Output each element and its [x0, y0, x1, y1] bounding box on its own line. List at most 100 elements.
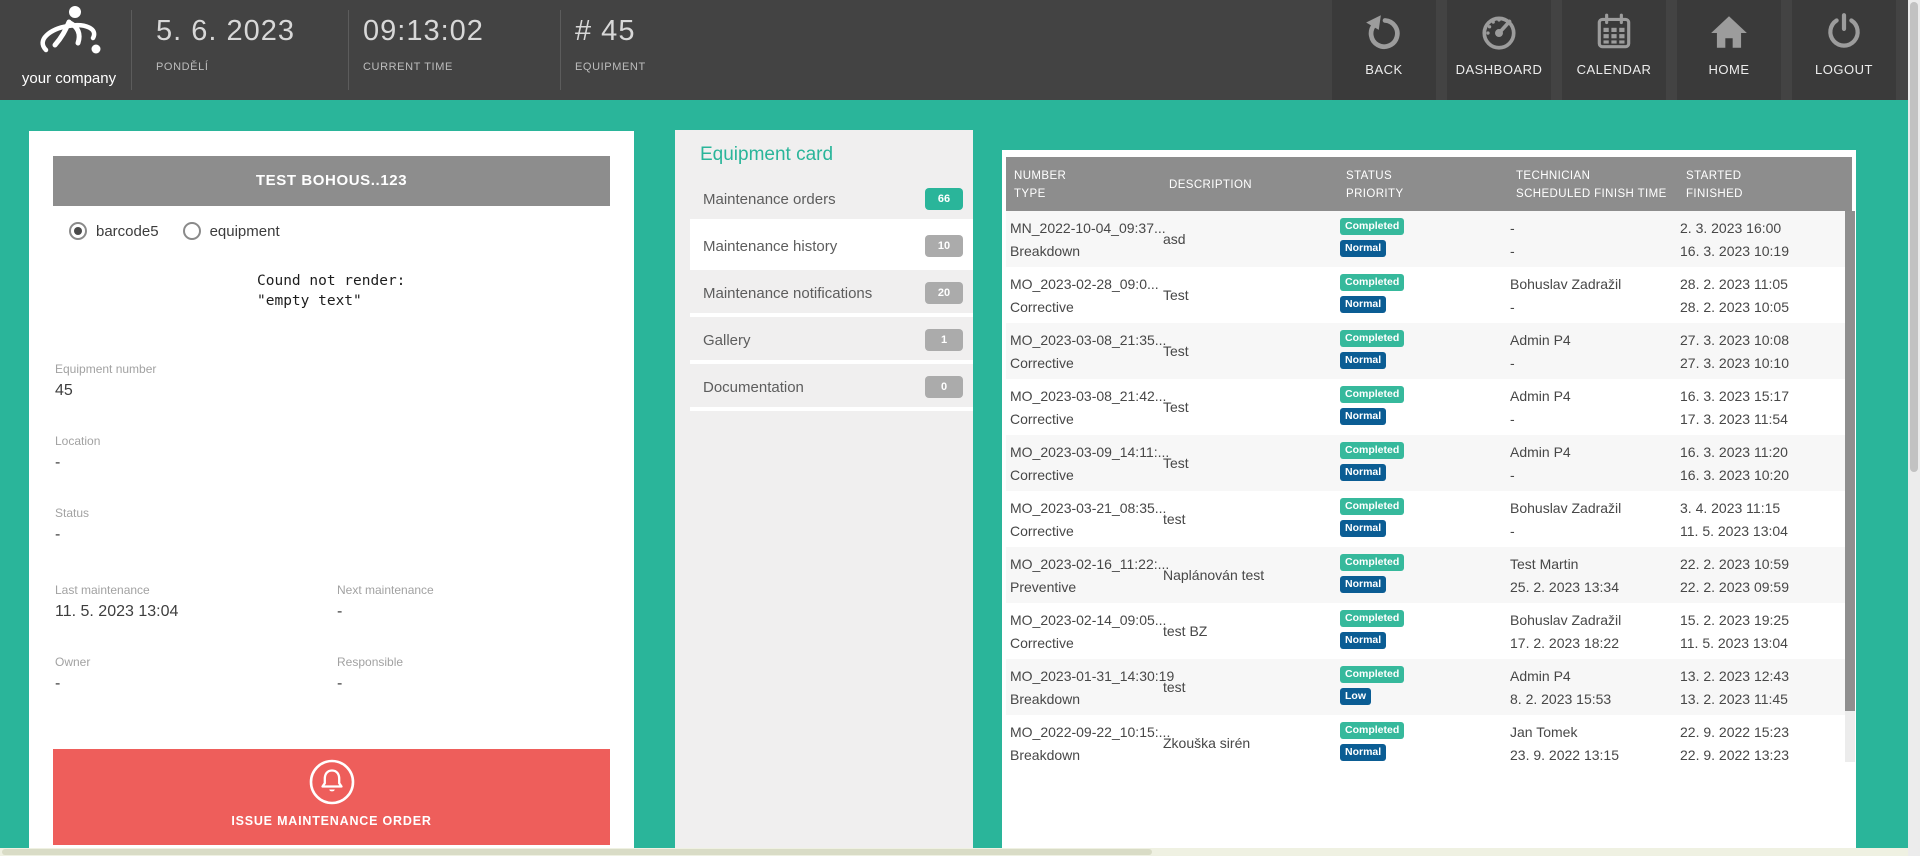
order-number: MO_2023-03-21_08:35... — [1010, 500, 1166, 516]
back-button[interactable]: BACK — [1332, 0, 1436, 100]
field-label: Next maintenance — [337, 583, 434, 597]
priority-badge: Normal — [1340, 296, 1386, 313]
table-row[interactable]: MO_2023-03-08_21:42... Corrective Test C… — [1006, 379, 1847, 435]
started-time: 15. 2. 2023 19:25 — [1680, 612, 1789, 628]
table-row[interactable]: MO_2023-03-09_14:11:... Corrective Test … — [1006, 435, 1847, 491]
equipment-number-header: # 45 — [575, 15, 646, 48]
table-row[interactable]: MO_2023-01-31_14:30:19 Breakdown test Co… — [1006, 659, 1847, 715]
table-scrollbar-thumb[interactable] — [1845, 211, 1855, 711]
table-row[interactable]: MO_2023-02-28_09:0... Corrective Test Co… — [1006, 267, 1847, 323]
order-number: MO_2023-03-08_21:35... — [1010, 332, 1166, 348]
header-divider — [131, 10, 132, 90]
menu-item-count-badge: 10 — [925, 235, 963, 257]
home-icon — [1708, 40, 1750, 57]
status-badge: Completed — [1340, 666, 1404, 683]
table-row[interactable]: MO_2023-03-21_08:35... Corrective test C… — [1006, 491, 1847, 547]
cell-description: Test — [1163, 379, 1339, 435]
cell-status-priority: Completed Normal — [1340, 379, 1508, 435]
menu-item-count-badge: 66 — [925, 188, 963, 210]
home-button[interactable]: HOME — [1677, 0, 1781, 100]
order-type: Corrective — [1010, 523, 1074, 539]
finished-time: 27. 3. 2023 10:10 — [1680, 355, 1789, 371]
cell-started-finished: 16. 3. 2023 15:17 17. 3. 2023 11:54 — [1680, 379, 1846, 435]
technician: Test Martin — [1510, 556, 1578, 572]
field-label: Responsible — [337, 655, 403, 669]
header-equipment-block: # 45 EQUIPMENT — [575, 0, 646, 73]
equipment-card-menu: Maintenance orders 66 Maintenance histor… — [690, 176, 973, 411]
calendar-button[interactable]: CALENDAR — [1562, 0, 1666, 100]
finished-time: 22. 9. 2022 13:23 — [1680, 747, 1789, 762]
menu-item-label: Maintenance orders — [703, 191, 836, 208]
page-horizontal-scrollbar[interactable] — [0, 848, 1908, 856]
status-badge: Completed — [1340, 554, 1404, 571]
logout-button-label: LOGOUT — [1792, 62, 1896, 77]
table-row[interactable]: MO_2023-03-08_21:35... Corrective Test C… — [1006, 323, 1847, 379]
order-description: Test — [1163, 455, 1189, 471]
barcode5-radio[interactable] — [69, 222, 87, 240]
menu-item[interactable]: Maintenance notifications 20 — [690, 270, 973, 317]
finished-time: 16. 3. 2023 10:19 — [1680, 243, 1789, 259]
order-number: MO_2023-02-28_09:0... — [1010, 276, 1159, 292]
status-badge: Completed — [1340, 610, 1404, 627]
cell-number-type: MN_2022-10-04_09:37... Breakdown — [1010, 211, 1162, 267]
order-description: Naplánován test — [1163, 567, 1264, 583]
logout-button[interactable]: LOGOUT — [1792, 0, 1896, 100]
current-time-label: CURRENT TIME — [363, 61, 484, 73]
field-label: Location — [55, 434, 100, 448]
equipment-card-panel: Equipment card Maintenance orders 66 Mai… — [675, 130, 973, 848]
priority-badge: Normal — [1340, 632, 1386, 649]
menu-item-label: Maintenance notifications — [703, 285, 872, 302]
calendar-button-label: CALENDAR — [1562, 62, 1666, 77]
order-type: Breakdown — [1010, 747, 1080, 762]
order-number: MO_2023-02-16_11:22:... — [1010, 556, 1169, 572]
table-row[interactable]: MO_2023-02-14_09:05... Corrective test B… — [1006, 603, 1847, 659]
cell-status-priority: Completed Normal — [1340, 547, 1508, 603]
finished-time: 11. 5. 2023 13:04 — [1680, 635, 1788, 651]
page-horizontal-scrollbar-thumb[interactable] — [2, 849, 1152, 855]
cell-number-type: MO_2023-03-08_21:42... Corrective — [1010, 379, 1162, 435]
menu-item-count-badge: 0 — [925, 376, 963, 398]
field-value: 11. 5. 2023 13:04 — [55, 603, 178, 621]
calendar-icon — [1593, 40, 1635, 57]
cell-status-priority: Completed Normal — [1340, 435, 1508, 491]
equipment-title-bar: TEST BOHOUS..123 — [53, 156, 610, 206]
cell-started-finished: 22. 2. 2023 10:59 22. 2. 2023 09:59 — [1680, 547, 1846, 603]
cell-started-finished: 22. 9. 2022 15:23 22. 9. 2022 13:23 — [1680, 715, 1846, 762]
cell-status-priority: Completed Low — [1340, 659, 1508, 715]
started-time: 22. 9. 2022 15:23 — [1680, 724, 1789, 740]
header-divider — [348, 10, 349, 90]
dashboard-button[interactable]: DASHBOARD — [1447, 0, 1551, 100]
page-vertical-scrollbar-thumb[interactable] — [1910, 2, 1918, 472]
order-description: Zkouška sirén — [1163, 735, 1250, 751]
cell-description: Test — [1163, 267, 1339, 323]
menu-item[interactable]: Maintenance orders 66 — [690, 176, 973, 223]
cell-description: test BZ — [1163, 603, 1339, 659]
table-row[interactable]: MO_2022-09-22_10:15:... Breakdown Zkoušk… — [1006, 715, 1847, 762]
cell-technician-scheduled: Bohuslav Zadražil 17. 2. 2023 18:22 — [1510, 603, 1680, 659]
equipment-radio[interactable] — [183, 222, 201, 240]
company-logo[interactable]: your company — [14, 4, 124, 98]
field-value: - — [55, 526, 89, 544]
table-scrollbar[interactable] — [1845, 211, 1855, 762]
menu-item[interactable]: Documentation 0 — [690, 364, 973, 411]
cell-technician-scheduled: Test Martin 25. 2. 2023 13:34 — [1510, 547, 1680, 603]
cell-description: asd — [1163, 211, 1339, 267]
logout-icon — [1823, 40, 1865, 57]
table-row[interactable]: MO_2023-02-16_11:22:... Preventive Naplá… — [1006, 547, 1847, 603]
status-badge: Completed — [1340, 722, 1404, 739]
scheduled-finish-time: - — [1510, 355, 1515, 371]
page-vertical-scrollbar[interactable] — [1908, 0, 1920, 856]
issue-maintenance-order-button[interactable]: ISSUE MAINTENANCE ORDER — [53, 749, 610, 845]
cell-status-priority: Completed Normal — [1340, 211, 1508, 267]
equipment-card-title: Equipment card — [700, 144, 833, 166]
table-row[interactable]: MN_2022-10-04_09:37... Breakdown asd Com… — [1006, 211, 1847, 267]
menu-item[interactable]: Maintenance history 10 — [690, 223, 973, 270]
field-value: 45 — [55, 382, 156, 400]
finished-time: 22. 2. 2023 09:59 — [1680, 579, 1789, 595]
status-badge: Completed — [1340, 330, 1404, 347]
equipment-label: EQUIPMENT — [575, 61, 646, 73]
back-button-label: BACK — [1332, 62, 1436, 77]
menu-item[interactable]: Gallery 1 — [690, 317, 973, 364]
field-label: Status — [55, 506, 89, 520]
finished-time: 11. 5. 2023 13:04 — [1680, 523, 1788, 539]
